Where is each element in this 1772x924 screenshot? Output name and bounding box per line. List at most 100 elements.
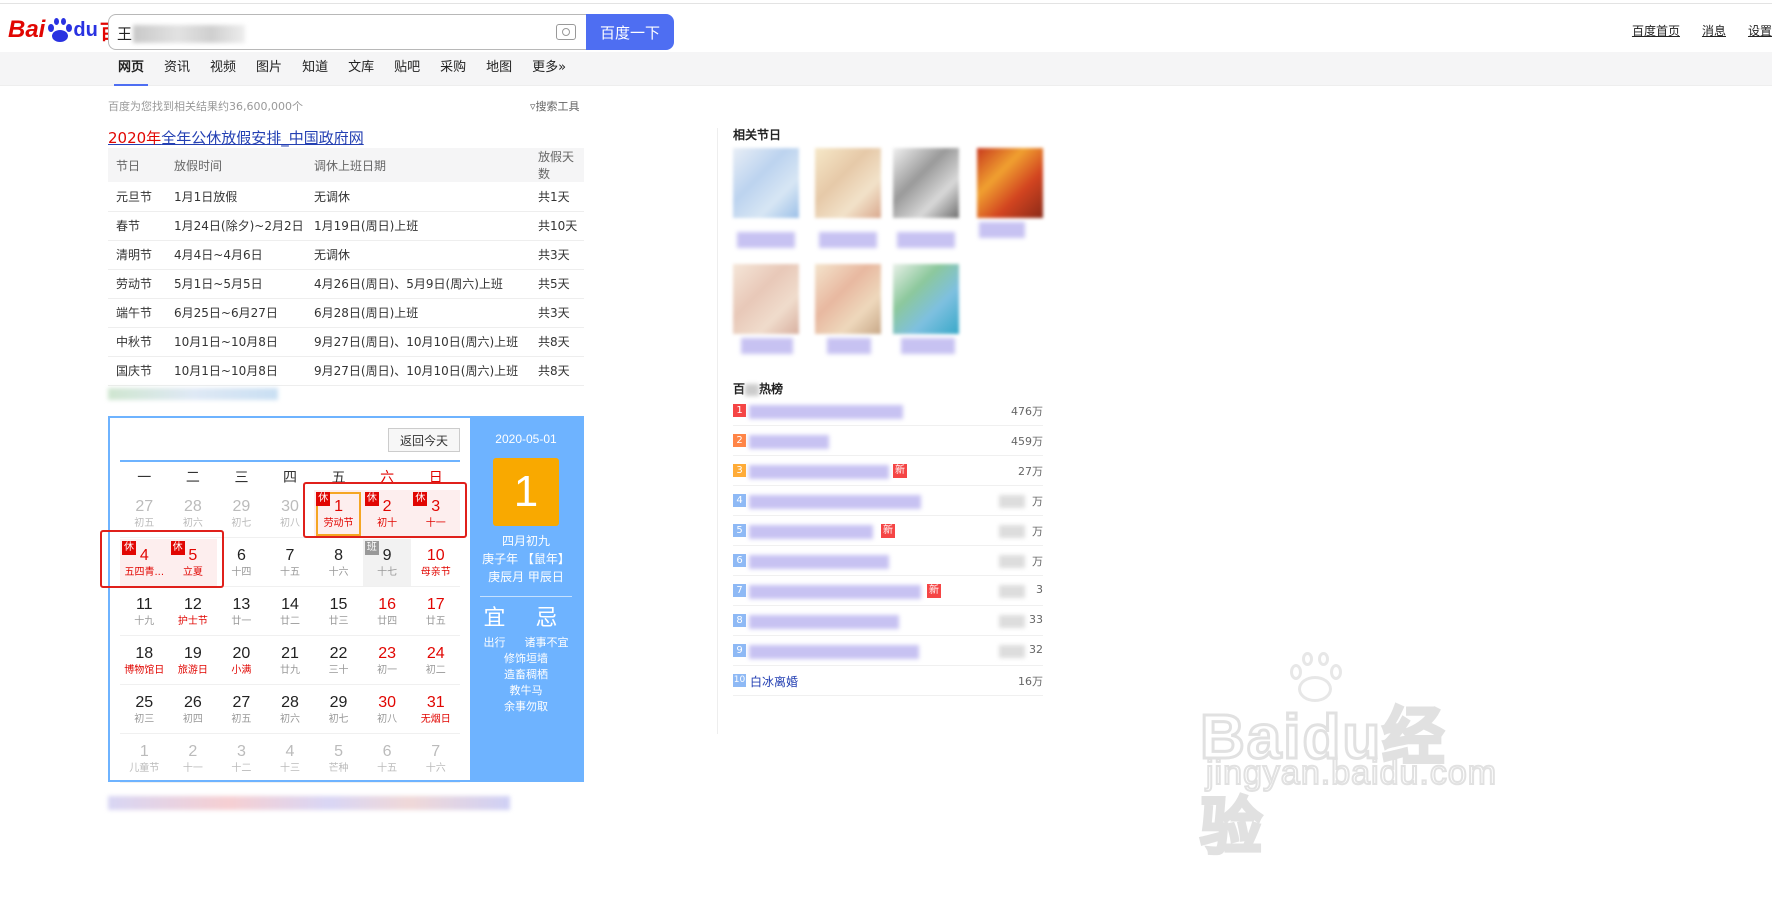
calendar-day[interactable]: 8 十六 <box>314 539 363 587</box>
calendar-day[interactable]: 13 廿一 <box>217 588 266 636</box>
hot-list-item[interactable]: 2 459万 <box>733 426 1043 456</box>
calendar-day[interactable]: 4 十三 <box>265 735 315 783</box>
calendar-day[interactable]: 23 初一 <box>362 637 412 685</box>
calendar-day[interactable]: 2 十一 <box>168 735 218 783</box>
calendar-day[interactable]: 20 小满 <box>217 637 266 685</box>
related-caption[interactable] <box>741 338 793 354</box>
hot-count: 万 <box>1032 495 1043 508</box>
related-thumbnail[interactable] <box>815 264 881 334</box>
calendar-day[interactable]: 16 廿四 <box>362 588 412 636</box>
calendar-day[interactable]: 15 廿三 <box>314 588 363 636</box>
lunar-label: 初七 <box>328 714 349 725</box>
tab-news[interactable]: 资讯 <box>154 52 200 86</box>
hot-list-item[interactable]: 10 白冰离婚 16万 <box>733 666 1043 696</box>
hot-rank: 10 <box>733 674 746 687</box>
search-button[interactable]: 百度一下 <box>586 14 674 50</box>
search-input[interactable]: 王 <box>108 14 586 50</box>
calendar-day[interactable]: 7 十五 <box>265 539 315 587</box>
calendar-day[interactable]: 24 初二 <box>411 637 460 685</box>
lunar-label: 母亲节 <box>420 567 451 578</box>
hot-rank: 7 <box>733 584 746 597</box>
tab-images[interactable]: 图片 <box>246 52 292 86</box>
tabs-bar: 网页 资讯 视频 图片 知道 文库 贴吧 采购 地图 更多» <box>0 52 1772 86</box>
related-thumbnail[interactable] <box>733 264 799 334</box>
calendar-day[interactable]: 29 初七 <box>314 686 363 734</box>
calendar-day[interactable]: 11 十九 <box>120 588 169 636</box>
calendar-day[interactable]: 17 廿五 <box>411 588 460 636</box>
calendar-day[interactable]: 28 初六 <box>265 686 315 734</box>
calendar-day[interactable]: 14 廿二 <box>265 588 315 636</box>
tab-caigou[interactable]: 采购 <box>430 52 476 86</box>
hot-list-item[interactable]: 7 新 3 <box>733 576 1043 606</box>
hot-list-item[interactable]: 9 32 <box>733 636 1043 666</box>
result-title-link[interactable]: 2020年全年公休放假安排_中国政府网 <box>108 127 364 148</box>
tab-map[interactable]: 地图 <box>476 52 522 86</box>
related-thumbnail[interactable] <box>815 148 881 218</box>
link-homepage[interactable]: 百度首页 <box>1632 22 1680 39</box>
day-number: 28 <box>183 498 202 515</box>
hot-list-item[interactable]: 8 33 <box>733 606 1043 636</box>
calendar-day[interactable]: 26 初四 <box>168 686 218 734</box>
table-cell: 6月25日~6月27日 <box>166 298 306 328</box>
weekday-label: 一 <box>137 470 152 486</box>
tab-zhidao[interactable]: 知道 <box>292 52 338 86</box>
related-caption[interactable] <box>827 338 871 354</box>
calendar-day[interactable]: 29 初七 <box>217 490 266 538</box>
tab-more[interactable]: 更多» <box>522 52 576 86</box>
tab-webpage[interactable]: 网页 <box>108 52 154 86</box>
calendar-day[interactable]: 5 芒种 <box>314 735 363 783</box>
tab-video[interactable]: 视频 <box>200 52 246 86</box>
table-cell: 6月28日(周日)上班 <box>306 298 530 328</box>
hot-list-item[interactable]: 3 新 27万 <box>733 456 1043 486</box>
link-settings[interactable]: 设置 <box>1748 22 1772 39</box>
calendar-day[interactable]: 班 9 十七 <box>362 539 412 587</box>
day-number: 29 <box>329 694 348 711</box>
related-caption[interactable] <box>901 338 955 354</box>
calendar-day[interactable]: 18 博物馆日 <box>120 637 169 685</box>
hot-list-item[interactable]: 6 万 <box>733 546 1043 576</box>
related-thumbnail[interactable] <box>893 264 959 334</box>
calendar-day[interactable]: 22 三十 <box>314 637 363 685</box>
tab-wenku[interactable]: 文库 <box>338 52 384 86</box>
calendar-day[interactable]: 25 初三 <box>120 686 169 734</box>
related-thumbnail[interactable] <box>893 148 959 218</box>
tab-tieba[interactable]: 贴吧 <box>384 52 430 86</box>
related-thumbnail[interactable] <box>977 148 1043 218</box>
calendar-day[interactable]: 19 旅游日 <box>168 637 218 685</box>
calendar-day[interactable]: 31 无烟日 <box>411 686 460 734</box>
link-messages[interactable]: 消息 <box>1702 22 1726 39</box>
table-cell: 共1天 <box>530 182 584 212</box>
back-to-today-button[interactable]: 返回今天 <box>388 428 460 452</box>
lunar-label: 十一 <box>182 763 203 774</box>
table-cell: 元旦节 <box>108 182 166 212</box>
related-caption[interactable] <box>979 222 1025 238</box>
calendar-day[interactable]: 12 护士节 <box>168 588 218 636</box>
hot-rank: 4 <box>733 494 746 507</box>
calendar-day[interactable]: 3 十二 <box>217 735 266 783</box>
holiday-calendar: 返回今天 一 二 三 四 五 六 日 27 初五 28 初六 29 初七 30 初八休 1 劳动节… <box>100 416 584 783</box>
hot-list-item[interactable]: 5 新 万 <box>733 516 1043 546</box>
lunar-label: 儿童节 <box>129 763 160 774</box>
hot-list-item[interactable]: 4 万 <box>733 486 1043 516</box>
calendar-detail-panel: 2020-05-01 1 四月初九 庚子年 【鼠年】 庚辰月 甲辰日 宜 出行 … <box>470 418 582 780</box>
related-caption[interactable] <box>819 232 877 248</box>
calendar-day[interactable]: 21 廿九 <box>265 637 315 685</box>
calendar-day[interactable]: 6 十五 <box>362 735 412 783</box>
related-caption[interactable] <box>737 232 795 248</box>
calendar-day[interactable]: 10 母亲节 <box>411 539 460 587</box>
camera-icon[interactable] <box>556 24 576 40</box>
hot-list-item[interactable]: 1 476万 <box>733 396 1043 426</box>
table-cell: 9月27日(周日)、10月10日(周六)上班 <box>306 327 530 357</box>
lunar-label: 十四 <box>231 567 252 578</box>
related-thumbnail[interactable] <box>733 148 799 218</box>
day-number: 8 <box>334 547 344 564</box>
table-cell: 清明节 <box>108 240 166 270</box>
table-cell: 共3天 <box>530 298 584 328</box>
related-caption[interactable] <box>897 232 955 248</box>
search-tools-button[interactable]: ▿搜索工具 <box>530 98 580 114</box>
calendar-day[interactable]: 7 十六 <box>411 735 460 783</box>
calendar-day[interactable]: 6 十四 <box>217 539 266 587</box>
calendar-day[interactable]: 27 初五 <box>217 686 266 734</box>
calendar-day[interactable]: 30 初八 <box>362 686 412 734</box>
calendar-day[interactable]: 1 儿童节 <box>120 735 169 783</box>
